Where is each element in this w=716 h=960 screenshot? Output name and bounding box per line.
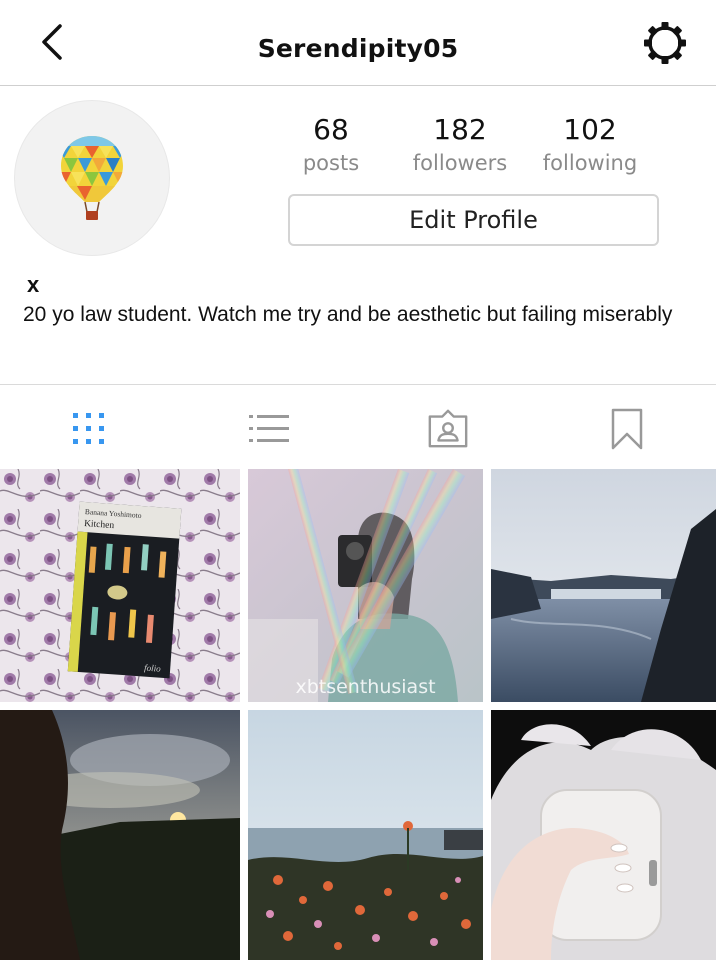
grid-icon <box>73 413 104 444</box>
flowers-by-sea-image <box>248 710 483 960</box>
post-tile[interactable] <box>248 710 483 960</box>
followers-label: followers <box>412 151 508 175</box>
list-icon <box>249 415 289 442</box>
page-title: Serendipity05 <box>257 34 459 63</box>
tab-saved[interactable] <box>605 407 649 451</box>
followers-count: 182 <box>433 113 487 146</box>
posts-label: posts <box>302 151 360 175</box>
post-tile[interactable] <box>491 469 716 702</box>
edit-profile-button[interactable]: Edit Profile <box>288 194 659 246</box>
clutch-bag-image <box>491 710 716 960</box>
profile-name: x <box>27 272 40 297</box>
following-count: 102 <box>563 113 617 146</box>
gear-icon <box>644 22 686 64</box>
book-title: Kitchen <box>84 519 115 531</box>
tab-list[interactable] <box>247 407 291 451</box>
settings-button[interactable] <box>640 20 690 66</box>
waterfall-landscape-image <box>491 469 716 702</box>
tab-tagged[interactable] <box>426 407 470 451</box>
tab-grid[interactable] <box>67 407 111 451</box>
post-tile[interactable]: Banana Yoshimoto Kitchen folio <box>0 469 240 702</box>
stat-posts[interactable]: 68 posts <box>266 112 396 178</box>
post-tile[interactable] <box>491 710 716 960</box>
profile-tabs <box>0 384 716 468</box>
avatar[interactable] <box>14 100 170 256</box>
post-tile[interactable] <box>0 710 240 960</box>
hot-air-balloon-icon <box>61 136 123 220</box>
sunset-silhouette-image <box>0 710 240 960</box>
posts-count: 68 <box>313 113 349 146</box>
bookmark-icon <box>611 408 643 450</box>
stat-followers[interactable]: 182 followers <box>395 112 525 178</box>
stat-following[interactable]: 102 following <box>525 112 655 178</box>
tagged-person-icon <box>428 409 468 448</box>
mirror-selfie-image <box>248 469 483 702</box>
watermark-text: xbtsenthusiast <box>295 676 436 698</box>
publisher-logo: folio <box>144 663 162 674</box>
following-label: following <box>542 151 638 175</box>
profile-bio: 20 yo law student. Watch me try and be a… <box>23 303 673 326</box>
top-bar: Serendipity05 <box>0 0 716 86</box>
post-tile[interactable]: xbtsenthusiast <box>248 469 483 702</box>
book-on-fabric-image: Banana Yoshimoto Kitchen folio <box>0 469 240 702</box>
